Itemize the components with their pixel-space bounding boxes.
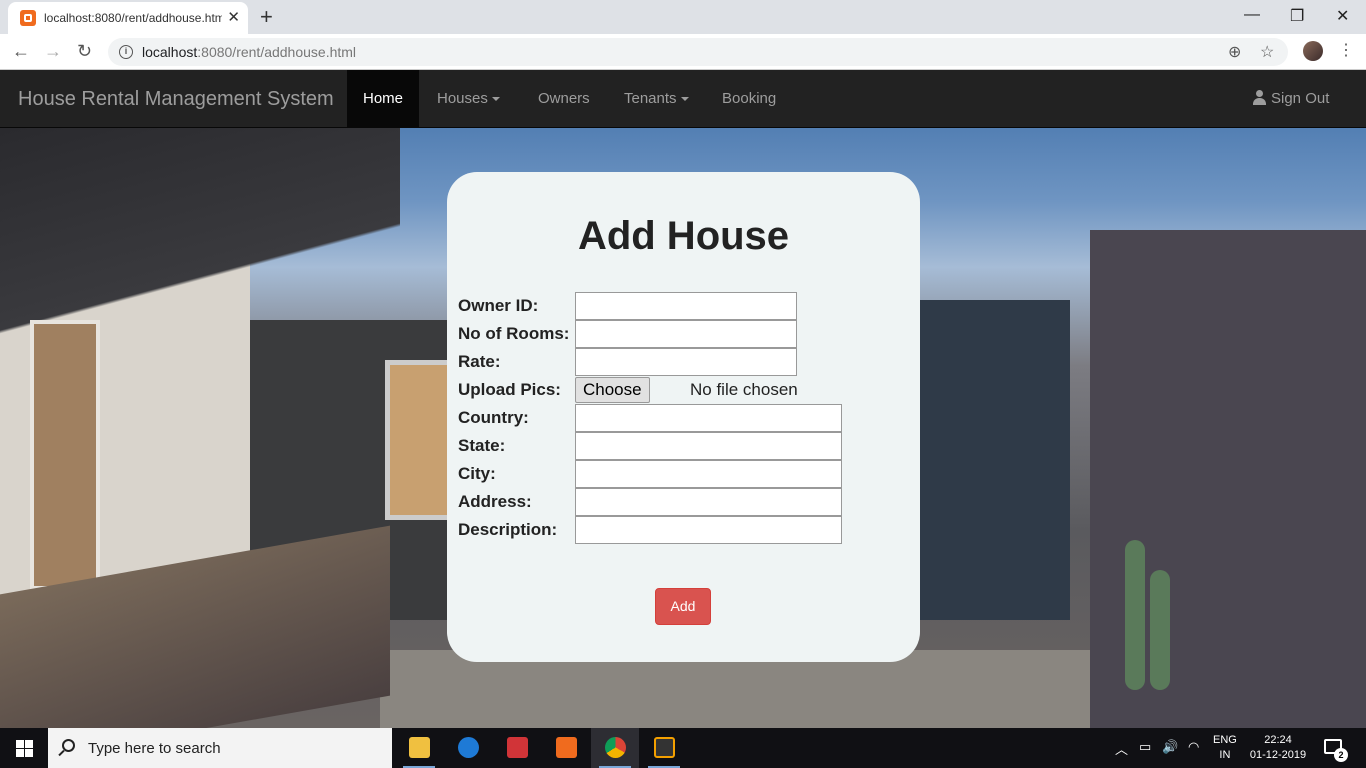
chrome-app[interactable] — [591, 728, 639, 768]
folder-icon — [409, 737, 430, 758]
xampp-app[interactable] — [542, 728, 590, 768]
reload-icon[interactable]: ↻ — [77, 41, 92, 62]
city-label: City: — [458, 464, 496, 483]
sign-out-link[interactable]: Sign Out — [1237, 70, 1345, 127]
chrome-icon — [605, 737, 626, 758]
owner-id-label: Owner ID: — [458, 296, 539, 315]
rate-label: Rate: — [458, 352, 501, 371]
navbar-brand[interactable]: House Rental Management System — [18, 88, 334, 111]
browser-tab[interactable]: localhost:8080/rent/addhouse.html ✕ — [8, 2, 248, 34]
upload-label: Upload Pics: — [458, 380, 561, 399]
add-button[interactable]: Add — [655, 588, 711, 625]
sublime-app[interactable] — [640, 728, 688, 768]
nav-tenants[interactable]: Tenants — [608, 70, 705, 127]
windows-start-icon[interactable] — [16, 740, 33, 757]
description-input[interactable] — [575, 516, 842, 544]
country-label: Country: — [458, 408, 529, 427]
top-navbar: House Rental Management System Home Hous… — [0, 70, 1366, 128]
nav-houses[interactable]: Houses — [421, 70, 516, 127]
description-label: Description: — [458, 520, 558, 539]
xampp-icon — [556, 737, 577, 758]
windows-taskbar: Type here to search ︿ ▭ 🔊 ◠ ENG IN 22:24… — [0, 728, 1366, 768]
volume-icon[interactable]: 🔊 — [1162, 739, 1178, 755]
address-input[interactable] — [575, 488, 842, 516]
back-icon[interactable]: ← — [12, 41, 30, 62]
taskbar-search-box[interactable]: Type here to search — [48, 728, 392, 768]
file-status-text: No file chosen — [690, 380, 798, 399]
reader-app[interactable] — [493, 728, 541, 768]
rooms-input[interactable] — [575, 320, 797, 348]
choose-file-button[interactable]: Choose File — [575, 377, 650, 423]
rooms-label: No of Rooms: — [458, 324, 570, 343]
url-text: localhost:8080/rent/addhouse.html — [142, 44, 357, 60]
window-minimize-icon[interactable]: — — [1244, 6, 1260, 24]
bookmark-star-icon[interactable]: ☆ — [1260, 42, 1274, 62]
browser-toolbar: ← → ↻ i localhost:8080/rent/addhouse.htm… — [0, 34, 1366, 70]
edge-app[interactable] — [444, 728, 492, 768]
address-label: Address: — [458, 492, 532, 511]
forward-icon[interactable]: → — [44, 41, 62, 62]
search-placeholder: Type here to search — [88, 740, 221, 757]
info-icon[interactable]: i — [119, 45, 133, 59]
browser-menu-icon[interactable]: ⋮ — [1338, 40, 1354, 60]
caret-down-icon — [491, 97, 500, 102]
system-clock[interactable]: 22:24 01-12-2019 — [1246, 733, 1310, 763]
city-input[interactable] — [575, 460, 842, 488]
add-house-card: Add House Owner ID: No of Rooms: Rate: U… — [447, 172, 920, 662]
form-title: Add House — [577, 214, 790, 258]
state-label: State: — [458, 436, 506, 455]
window-restore-icon[interactable]: ❐ — [1290, 6, 1304, 26]
language-indicator[interactable]: ENG IN — [1213, 733, 1237, 763]
nav-booking[interactable]: Booking — [706, 70, 792, 127]
notification-count-badge: 2 — [1334, 748, 1348, 762]
tab-title: localhost:8080/rent/addhouse.html — [44, 11, 222, 25]
sublime-icon — [654, 737, 675, 758]
rate-input[interactable] — [575, 348, 797, 376]
new-tab-icon[interactable]: + — [260, 4, 273, 30]
edge-icon — [458, 737, 479, 758]
chevron-up-icon[interactable]: ︿ — [1115, 739, 1128, 758]
file-explorer-app[interactable] — [395, 728, 443, 768]
address-bar[interactable]: i localhost:8080/rent/addhouse.html ⊕ ☆ — [108, 38, 1288, 66]
nav-owners[interactable]: Owners — [522, 70, 606, 127]
scene-cactus — [1125, 540, 1145, 690]
caret-down-icon — [680, 97, 689, 102]
state-input[interactable] — [575, 432, 842, 460]
xampp-favicon-icon — [20, 10, 36, 26]
scene-cactus — [1150, 570, 1170, 690]
scene-dark-wall — [920, 300, 1070, 620]
wifi-icon[interactable]: ◠ — [1188, 739, 1199, 755]
zoom-icon[interactable]: ⊕ — [1228, 42, 1241, 62]
tab-close-icon[interactable]: ✕ — [227, 8, 240, 26]
owner-id-input[interactable] — [575, 292, 797, 320]
search-icon — [62, 739, 75, 752]
nav-home[interactable]: Home — [347, 70, 420, 127]
book-icon — [507, 737, 528, 758]
user-icon — [1253, 90, 1266, 105]
profile-avatar[interactable] — [1303, 41, 1323, 61]
country-input[interactable] — [575, 404, 842, 432]
scene-door — [30, 320, 100, 590]
window-close-icon[interactable]: ✕ — [1336, 6, 1349, 26]
browser-tab-bar: localhost:8080/rent/addhouse.html ✕ + — … — [0, 0, 1366, 34]
battery-icon[interactable]: ▭ — [1139, 739, 1151, 755]
